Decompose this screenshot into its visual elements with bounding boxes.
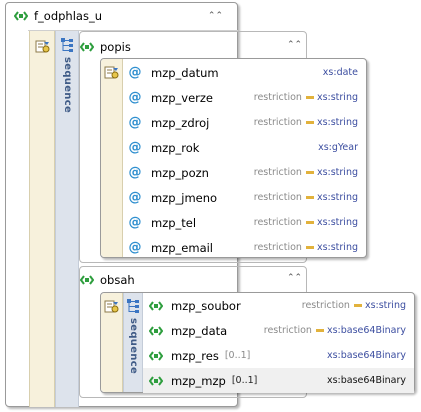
element-row[interactable]: mzp_data restriction xs:base64Binary <box>143 318 414 343</box>
attribute-name: mzp_verze <box>151 90 214 105</box>
element-icon <box>149 350 163 361</box>
restriction-label: restriction <box>263 325 312 336</box>
root-sequence-bar: sequence <box>55 31 79 407</box>
occurrence-label: [0..1] <box>231 375 258 386</box>
restriction-marker-icon <box>305 171 314 174</box>
restriction-marker-icon <box>305 246 314 249</box>
attribute-row[interactable]: @ mzp_email restriction xs:string <box>123 235 366 260</box>
restriction-label: restriction <box>301 300 350 311</box>
attribute-type: xs:string <box>316 192 358 203</box>
element-icon <box>14 11 28 21</box>
attribute-type: xs:date <box>322 67 358 78</box>
root-element-header[interactable]: f_odphlas_u ⌃⌃ <box>6 3 237 29</box>
attribute-row[interactable]: @ mzp_pozn restriction xs:string <box>123 160 366 185</box>
restriction-marker-icon <box>305 96 314 99</box>
sequence-icon <box>127 299 139 313</box>
attribute-row[interactable]: @ mzp_verze restriction xs:string <box>123 85 366 110</box>
attribute-row[interactable]: @ mzp_rok xs:gYear <box>123 135 366 160</box>
attribute-at-icon: @ <box>128 140 142 155</box>
attribute-at-icon: @ <box>128 90 142 105</box>
restriction-marker-icon <box>305 121 314 124</box>
attribute-name: mzp_jmeno <box>151 190 218 205</box>
obsah-attr-panel <box>101 293 123 392</box>
obsah-content-box: sequence mzp_soubor restriction xs:string… <box>100 292 415 393</box>
attribute-at-icon: @ <box>128 190 142 205</box>
attribute-type: xs:string <box>316 92 358 103</box>
attribute-type: xs:string <box>316 117 358 128</box>
attribute-at-icon: @ <box>128 240 142 255</box>
attribute-row[interactable]: @ mzp_zdroj restriction xs:string <box>123 110 366 135</box>
attribute-name: mzp_email <box>151 240 214 255</box>
chevron-up-icon[interactable]: ⌃⌃ <box>208 11 223 21</box>
attribute-type: xs:string <box>316 167 358 178</box>
restriction-label: restriction <box>253 192 302 203</box>
attribute-type: xs:string <box>316 217 358 228</box>
occurrence-label: [0..1] <box>224 350 251 361</box>
attribute-name: mzp_rok <box>151 140 200 155</box>
restriction-label: restriction <box>253 92 302 103</box>
attribute-row[interactable]: @ mzp_datum xs:date <box>123 60 366 85</box>
attribute-type: xs:string <box>316 242 358 253</box>
attribute-row[interactable]: @ mzp_tel restriction xs:string <box>123 210 366 235</box>
element-row[interactable]: mzp_mzp [0..1] xs:base64Binary <box>143 368 414 393</box>
element-name: mzp_data <box>171 323 228 338</box>
attribute-type: xs:gYear <box>318 142 358 153</box>
attribute-name: mzp_zdroj <box>151 115 210 130</box>
element-name: mzp_res <box>171 348 219 363</box>
restriction-label: restriction <box>253 242 302 253</box>
sequence-label: sequence <box>62 57 73 114</box>
attribute-at-icon: @ <box>128 165 142 180</box>
element-name: mzp_soubor <box>171 298 241 313</box>
element-type: xs:base64Binary <box>326 325 406 336</box>
attribute-at-icon: @ <box>128 65 142 80</box>
restriction-label: restriction <box>253 217 302 228</box>
attributes-icon <box>104 300 119 313</box>
restriction-marker-icon <box>305 221 314 224</box>
popis-attributes-box: @ mzp_datum xs:date @ mzp_verze restrict… <box>100 58 367 258</box>
attribute-name: mzp_tel <box>151 215 197 230</box>
attribute-at-icon: @ <box>128 215 142 230</box>
element-type: xs:base64Binary <box>326 350 406 361</box>
attributes-icon <box>35 40 50 53</box>
obsah-elements-list: mzp_soubor restriction xs:string mzp_data… <box>143 293 414 393</box>
element-row[interactable]: mzp_soubor restriction xs:string <box>143 293 414 318</box>
element-row[interactable]: mzp_res [0..1] xs:base64Binary <box>143 343 414 368</box>
attributes-icon <box>104 66 119 79</box>
restriction-marker-icon <box>353 304 362 307</box>
sequence-label: sequence <box>128 318 139 375</box>
restriction-label: restriction <box>253 167 302 178</box>
element-icon <box>149 325 163 336</box>
root-element-name: f_odphlas_u <box>34 9 102 23</box>
element-icon <box>149 375 163 386</box>
element-type: xs:string <box>364 300 406 311</box>
attribute-at-icon: @ <box>128 115 142 130</box>
element-type: xs:base64Binary <box>326 375 406 386</box>
root-attr-panel <box>29 31 55 407</box>
element-name: mzp_mzp <box>171 373 226 388</box>
attribute-name: mzp_pozn <box>151 165 209 180</box>
element-icon <box>149 300 163 311</box>
popis-attr-panel <box>101 59 123 257</box>
obsah-sequence-bar: sequence <box>123 293 143 392</box>
restriction-marker-icon <box>315 329 324 332</box>
attribute-name: mzp_datum <box>151 65 219 80</box>
popis-attributes-list: @ mzp_datum xs:date @ mzp_verze restrict… <box>123 60 366 258</box>
sequence-icon <box>61 38 73 52</box>
restriction-marker-icon <box>305 196 314 199</box>
restriction-label: restriction <box>253 117 302 128</box>
attribute-row[interactable]: @ mzp_jmeno restriction xs:string <box>123 185 366 210</box>
